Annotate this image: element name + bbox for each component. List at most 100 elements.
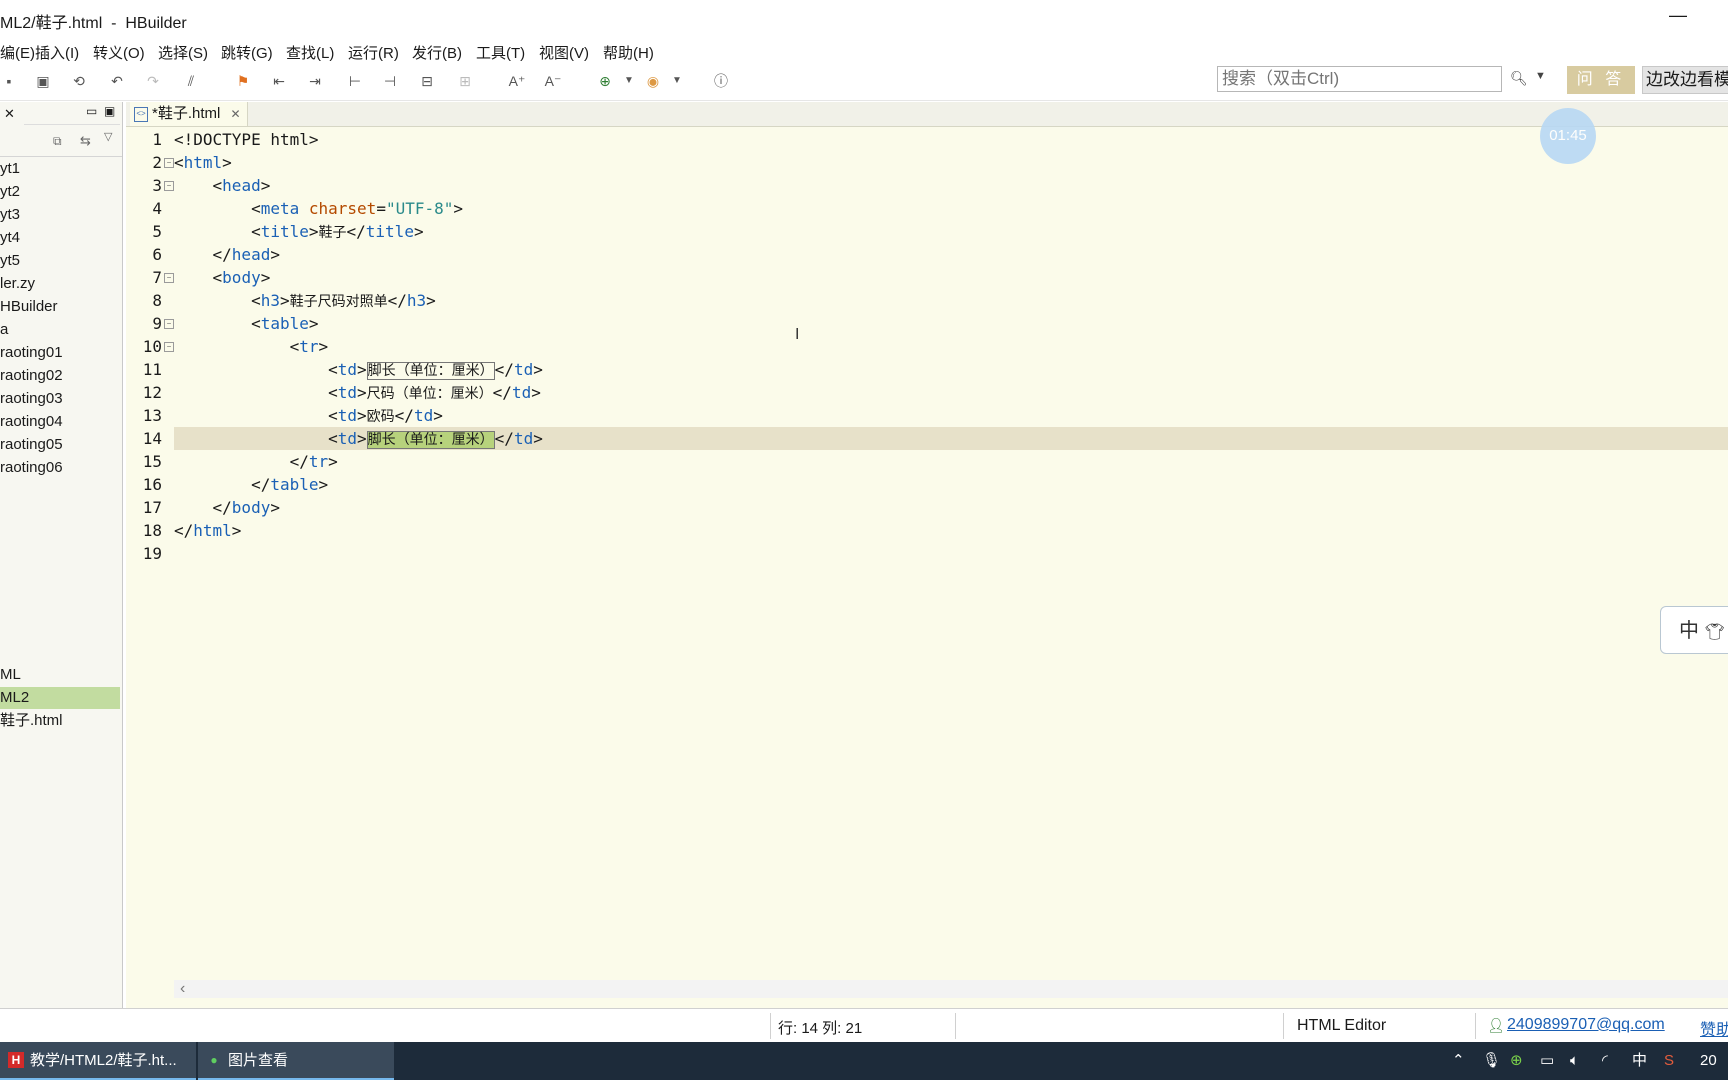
tree-item[interactable]: yt4 <box>0 227 120 249</box>
code-tag: td <box>337 429 358 448</box>
tree-item[interactable]: 鞋子.html <box>0 710 120 732</box>
sogou-icon[interactable]: S <box>1664 1052 1674 1070</box>
code-tag: td <box>337 383 358 402</box>
link-editor-icon[interactable]: ⇆ <box>80 133 91 149</box>
wifi-icon[interactable]: ◜ <box>1602 1052 1608 1070</box>
code-line: <!DOCTYPE html> <box>174 128 319 151</box>
undo-icon[interactable]: ↶ <box>108 72 126 90</box>
menu-find[interactable]: 查找(L) <box>286 42 334 63</box>
revert-icon[interactable]: ⟲ <box>70 72 88 90</box>
tree-item[interactable]: raoting02 <box>0 365 120 387</box>
collapse-all-icon[interactable]: ⧉ <box>53 134 62 149</box>
menu-edit[interactable]: 编(E) <box>0 42 35 63</box>
taskbar-hbuilder[interactable]: H 教学/HTML2/鞋子.ht... <box>0 1042 196 1080</box>
menu-escape[interactable]: 转义(O) <box>93 42 145 63</box>
maximize-view-icon[interactable]: ▣ <box>104 104 115 118</box>
search-icon[interactable]: 🔍︎ <box>1510 70 1528 87</box>
tree-item[interactable]: yt5 <box>0 250 120 272</box>
next-bookmark-icon[interactable]: ⇥ <box>306 72 324 90</box>
close-icon[interactable]: ✕ <box>4 106 15 122</box>
microphone-icon[interactable]: 🎙︎ <box>1482 1052 1501 1070</box>
volume-icon[interactable]: 🔈︎ <box>1570 1052 1579 1070</box>
font-increase-icon[interactable]: A⁺ <box>508 72 526 90</box>
unwrap-icon[interactable]: ⊞ <box>456 72 474 90</box>
code-tag: h3 <box>406 291 427 310</box>
code-line: <h3>鞋子尺码对照单</h3> <box>251 291 436 310</box>
live-preview-button[interactable]: 边改边看模 <box>1642 66 1728 94</box>
fold-toggle-icon[interactable]: − <box>164 273 174 283</box>
indent-right-icon[interactable]: ⊣ <box>381 72 399 90</box>
prev-bookmark-icon[interactable]: ⇤ <box>270 72 288 90</box>
sponsor-link[interactable]: 赞助 <box>1700 1016 1728 1040</box>
browser-preview-icon[interactable]: ◉ <box>644 72 662 90</box>
clock[interactable]: 20 <box>1700 1052 1717 1070</box>
tree-item[interactable]: raoting03 <box>0 388 120 410</box>
minimize-button[interactable]: — <box>1658 6 1698 30</box>
ime-indicator[interactable]: 中 👕︎ <box>1660 606 1728 654</box>
editor-type: HTML Editor <box>1297 1017 1387 1034</box>
tree-item[interactable]: ler.zy <box>0 273 120 295</box>
search-input[interactable] <box>1217 66 1502 92</box>
tree-item[interactable]: HBuilder <box>0 296 120 318</box>
qa-button[interactable]: 问 答 <box>1567 66 1635 94</box>
tab-close-icon[interactable]: ✕ <box>231 107 241 121</box>
save-icon[interactable]: ▪ <box>0 72 18 90</box>
tab-shoes-html[interactable]: <> *鞋子.html ✕ <box>130 102 248 126</box>
fold-toggle-icon[interactable]: − <box>164 158 174 168</box>
tree-item[interactable]: ML <box>0 664 120 686</box>
battery-icon[interactable]: ▭ <box>1540 1052 1554 1070</box>
code-editor[interactable]: <> *鞋子.html ✕ 1 2 3 4 5 6 7 8 9 10 11 12… <box>126 102 1728 1008</box>
menu-view[interactable]: 视图(V) <box>539 42 589 63</box>
menu-tools[interactable]: 工具(T) <box>476 42 525 63</box>
tree-item[interactable]: a <box>0 319 120 341</box>
taskbar-label: 图片查看 <box>228 1052 289 1069</box>
code-doctype: <!DOCTYPE html> <box>174 130 319 149</box>
fold-toggle-icon[interactable]: − <box>164 342 174 352</box>
tray-chevron-icon[interactable]: ⌃ <box>1452 1052 1465 1070</box>
account-email-link[interactable]: 2409899707@qq.com <box>1507 1016 1665 1034</box>
hbuilder-app-icon: H <box>8 1052 24 1068</box>
wrap-icon[interactable]: ⊟ <box>418 72 436 90</box>
tray-app-icon[interactable]: ⊕ <box>1510 1052 1523 1070</box>
menu-insert[interactable]: 插入(I) <box>35 42 79 63</box>
view-menu-icon[interactable]: ▽ <box>104 130 112 143</box>
scroll-left-icon[interactable]: ‹ <box>180 980 185 998</box>
tree-item[interactable]: yt1 <box>0 158 120 180</box>
tree-item[interactable]: yt2 <box>0 181 120 203</box>
indent-left-icon[interactable]: ⊢ <box>346 72 364 90</box>
tree-item[interactable]: raoting05 <box>0 434 120 456</box>
cursor-position: 行: 14 列: 21 <box>778 1020 863 1037</box>
menu-publish[interactable]: 发行(B) <box>412 42 462 63</box>
line-number: 5 <box>152 222 162 241</box>
bookmark-icon[interactable]: ⚑ <box>234 72 252 90</box>
new-file-dropdown-icon[interactable]: ▼ <box>620 72 638 90</box>
save-all-icon[interactable]: ▣ <box>34 72 52 90</box>
tree-item[interactable]: yt3 <box>0 204 120 226</box>
font-decrease-icon[interactable]: A⁻ <box>544 72 562 90</box>
code-line: <title>鞋子</title> <box>251 222 424 241</box>
fold-toggle-icon[interactable]: − <box>164 319 174 329</box>
new-file-icon[interactable]: ⊕ <box>596 72 614 90</box>
tree-item[interactable]: raoting01 <box>0 342 120 364</box>
menu-select[interactable]: 选择(S) <box>158 42 208 63</box>
menu-help[interactable]: 帮助(H) <box>603 42 654 63</box>
menu-run[interactable]: 运行(R) <box>348 42 399 63</box>
fold-toggle-icon[interactable]: − <box>164 181 174 191</box>
horizontal-scrollbar[interactable]: ‹ <box>174 980 1728 998</box>
search-dropdown-icon[interactable]: ▼ <box>1535 70 1546 82</box>
taskbar-image-viewer[interactable]: ● 图片查看 <box>198 1042 394 1080</box>
ime-tray[interactable]: 中 <box>1632 1052 1647 1070</box>
format-icon[interactable]: ⫽ <box>182 72 200 90</box>
minimize-view-icon[interactable]: ▭ <box>86 104 97 118</box>
code-line: <meta charset="UTF-8"> <box>251 199 464 218</box>
browser-dropdown-icon[interactable]: ▼ <box>668 72 686 90</box>
info-icon[interactable]: ⓘ <box>712 72 730 90</box>
redo-icon[interactable]: ↷ <box>144 72 162 90</box>
line-number: 6 <box>152 245 162 264</box>
status-bar: 行: 14 列: 21 HTML Editor 👤︎ 2409899707@qq… <box>0 1008 1728 1043</box>
menu-goto[interactable]: 跳转(G) <box>221 42 273 63</box>
tree-item[interactable]: raoting04 <box>0 411 120 433</box>
tree-item-selected[interactable]: ML2 <box>0 687 120 709</box>
code-tag: td <box>337 360 358 379</box>
tree-item[interactable]: raoting06 <box>0 457 120 479</box>
